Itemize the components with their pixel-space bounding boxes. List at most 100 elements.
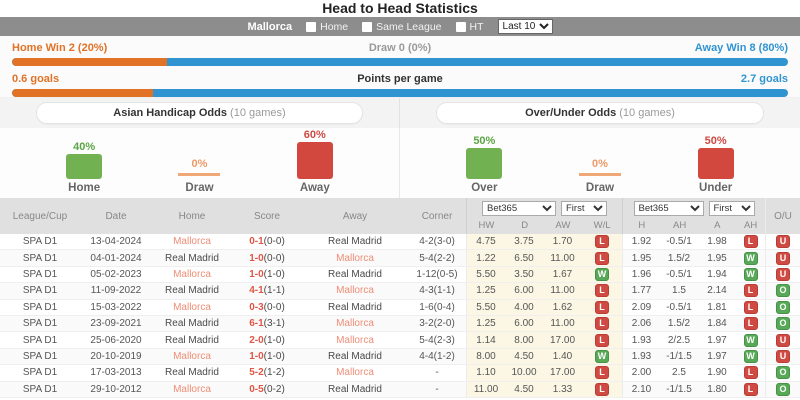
chart-bar [297,142,333,179]
team-name[interactable]: Real Madrid [328,351,382,362]
cell-wl: L [582,332,622,347]
cell-league: SPA D1 [0,300,80,315]
header-corner: Corner [408,198,466,234]
cell-date: 17-03-2013 [80,365,152,380]
result-badge-l: L [595,383,609,396]
cell-ah-result: L [736,300,765,315]
period-select-2[interactable]: First [709,201,755,216]
result-badge-l: L [744,235,758,248]
cell-home: Mallorca [152,349,232,364]
result-badge-l: L [744,383,758,396]
team-name[interactable]: Real Madrid [328,302,382,313]
team-name[interactable]: Mallorca [173,351,211,362]
team-name[interactable]: Mallorca [336,335,374,346]
header-a: A [698,219,736,234]
same-league-filter[interactable]: Same League [362,21,441,33]
result-badge-l: L [744,366,758,379]
header-hw: HW [467,219,506,234]
team-name[interactable]: Mallorca [336,285,374,296]
cell-score: 1-0(1-0) [232,267,302,282]
ht-checkbox[interactable] [456,22,466,32]
team-name[interactable]: Mallorca [173,302,211,313]
over-under-odds-button[interactable]: Over/Under Odds (10 games) [436,102,764,124]
header-h: H [623,219,661,234]
team-name[interactable]: Mallorca [336,367,374,378]
score-halftime: (1-1) [264,285,285,296]
cell-wl: L [582,250,622,265]
team-name[interactable]: Real Madrid [328,269,382,280]
header-1x2-group: Bet365 First HW D AW W/L [466,198,622,234]
cell-hw: 4.75 [466,234,505,249]
team-name[interactable]: Real Madrid [165,253,219,264]
table-body: SPA D113-04-2024Mallorca0-1(0-0)Real Mad… [0,234,800,398]
cell-hw: 8.00 [466,349,505,364]
cell-date: 11-09-2022 [80,283,152,298]
chart-bar [66,154,102,179]
team-name[interactable]: Mallorca [173,236,211,247]
cell-ou: O [765,316,800,331]
cell-h: 2.10 [622,382,660,397]
cell-score: 0-1(0-0) [232,234,302,249]
team-name[interactable]: Real Madrid [165,335,219,346]
cell-corner: 5-4(2-2) [408,250,466,265]
result-badge-l: L [744,301,758,314]
cell-date: 23-09-2021 [80,316,152,331]
team-name[interactable]: Mallorca [336,318,374,329]
period-select-1[interactable]: First [561,201,607,216]
ht-filter[interactable]: HT [456,21,484,33]
asian-handicap-odds-label: Asian Handicap Odds [113,107,227,119]
header-away: Away [302,198,408,234]
chart-bar [698,148,734,179]
same-league-checkbox[interactable] [362,22,372,32]
home-filter[interactable]: Home [306,21,348,33]
bookmaker-select-1[interactable]: Bet365 [482,201,556,216]
team-name[interactable]: Mallorca [173,269,211,280]
match-row: SPA D111-09-2022Real Madrid4-1(1-1)Mallo… [0,283,800,299]
home-checkbox[interactable] [306,22,316,32]
team-name[interactable]: Real Madrid [328,236,382,247]
cell-home: Mallorca [152,300,232,315]
team-name[interactable]: Mallorca [173,384,211,395]
result-badge-u: U [776,235,790,248]
team-name[interactable]: Mallorca [336,253,374,264]
cell-h: 1.95 [622,250,660,265]
asian-handicap-odds-button[interactable]: Asian Handicap Odds (10 games) [36,102,363,124]
cell-ah: 1.5/2 [660,316,698,331]
cell-ou: U [765,332,800,347]
cell-corner: 4-3(1-1) [408,283,466,298]
cell-league: SPA D1 [0,283,80,298]
same-league-checkbox-label: Same League [376,21,441,33]
cell-aw: 1.70 [543,234,582,249]
team-name[interactable]: Real Madrid [165,367,219,378]
cell-date: 05-02-2023 [80,267,152,282]
team-name[interactable]: Real Madrid [328,384,382,395]
cell-h: 1.93 [622,332,660,347]
handicap-chart: 40%Home0%Draw60%Away [0,128,400,198]
cell-away: Real Madrid [302,267,408,282]
team-name[interactable]: Real Madrid [165,318,219,329]
cell-ah-result: L [736,234,765,249]
header-d: D [506,219,544,234]
home-win-fill [12,58,167,66]
result-badge-l: L [595,301,609,314]
cell-ah-result: W [736,332,765,347]
cell-ah-result: W [736,267,765,282]
result-badge-w: W [744,268,758,281]
asian-handicap-odds-suffix: (10 games) [227,107,286,119]
result-badge-o: O [776,301,790,314]
result-badge-l: L [595,334,609,347]
chart-percent-label: 0% [192,158,208,170]
summary-bars: Home Win 2 (20%) Draw 0 (0%) Away Win 8 … [0,36,800,98]
games-range-select[interactable]: Last 10 [498,19,553,34]
cell-ou: O [765,283,800,298]
team-name[interactable]: Real Madrid [165,285,219,296]
result-badge-o: O [776,317,790,330]
cell-a: 1.97 [698,349,736,364]
cell-league: SPA D1 [0,250,80,265]
chart-bar [466,148,502,179]
score-fulltime: 6-1 [249,318,263,329]
chart-category-label: Over [471,182,497,194]
cell-away: Mallorca [302,316,408,331]
bookmaker-select-2[interactable]: Bet365 [634,201,704,216]
cell-league: SPA D1 [0,332,80,347]
